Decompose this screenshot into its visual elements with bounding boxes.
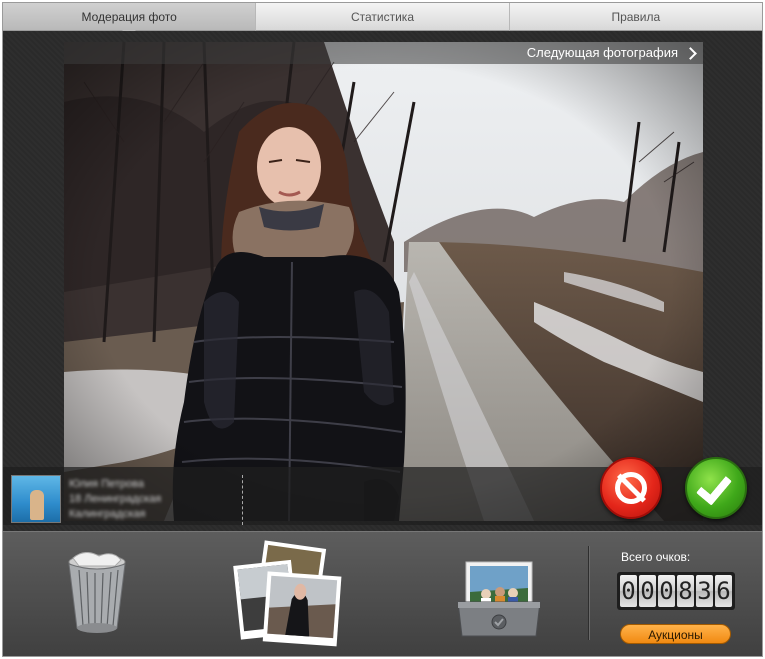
tab-statistics[interactable]: Статистика <box>256 3 510 31</box>
photo-image <box>64 42 703 521</box>
trash-icon[interactable] <box>65 552 129 634</box>
bottom-toolbar: Всего очков: 0 0 0 8 3 6 Аукционы <box>3 531 762 656</box>
user-name: Юлия Петрова <box>69 478 144 490</box>
score-digit: 0 <box>639 575 656 607</box>
score-digit: 6 <box>715 575 732 607</box>
user-info: Юлия Петрова 18 Ленинградская Калинградс… <box>69 477 161 522</box>
moderated-photo: Следующая фотография <box>64 42 703 521</box>
user-detail-1: 18 Ленинградская <box>69 493 162 505</box>
dotted-divider <box>242 475 243 525</box>
approve-button[interactable] <box>685 457 747 519</box>
photo-stack-icon[interactable] <box>233 540 343 650</box>
score-digit: 8 <box>677 575 694 607</box>
tab-photo-moderation[interactable]: Модерация фото <box>3 3 257 37</box>
next-photo-label: Следующая фотография <box>526 45 678 60</box>
next-photo-bar: Следующая фотография <box>64 42 703 64</box>
photo-inbox-icon[interactable] <box>456 556 542 640</box>
tab-bar: Модерация фото Статистика Правила <box>3 3 762 37</box>
score-digit: 0 <box>658 575 675 607</box>
user-avatar[interactable] <box>11 475 61 523</box>
reject-button[interactable] <box>600 457 662 519</box>
next-photo-link[interactable]: Следующая фотография <box>526 42 697 64</box>
photo-moderation-app: Модерация фото Статистика Правила Следую… <box>2 2 763 657</box>
checkmark-icon <box>696 468 732 506</box>
tab-rules[interactable]: Правила <box>509 3 762 31</box>
score-counter: 0 0 0 8 3 6 <box>617 572 735 610</box>
photo-stage: Следующая фотография Юлия Петрова 18 Лен… <box>3 31 762 531</box>
score-digit: 0 <box>620 575 637 607</box>
toolbar-divider <box>588 546 589 640</box>
score-label: Всего очков: <box>621 550 691 564</box>
chevron-right-icon <box>684 46 697 60</box>
user-detail-2: Калинградская <box>69 508 146 520</box>
score-digit: 3 <box>696 575 713 607</box>
auctions-button[interactable]: Аукционы <box>620 624 731 644</box>
